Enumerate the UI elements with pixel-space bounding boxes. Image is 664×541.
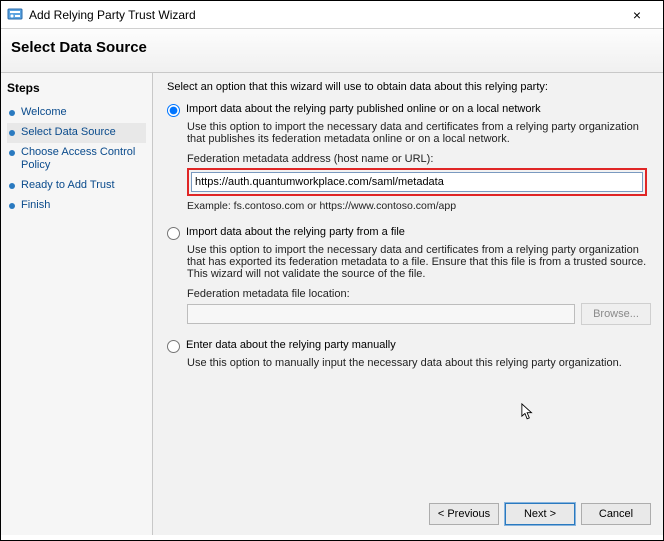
- step-label[interactable]: Finish: [21, 199, 50, 213]
- main-panel: Select an option that this wizard will u…: [153, 73, 663, 535]
- step-label[interactable]: Welcome: [21, 106, 67, 120]
- intro-text: Select an option that this wizard will u…: [167, 81, 651, 93]
- metadata-url-example: Example: fs.contoso.com or https://www.c…: [187, 200, 651, 212]
- step-label[interactable]: Select Data Source: [21, 126, 116, 140]
- option-label[interactable]: Enter data about the relying party manua…: [186, 339, 396, 351]
- next-button[interactable]: Next >: [505, 503, 575, 525]
- step-welcome[interactable]: Welcome: [7, 103, 146, 123]
- radio-enter-manually[interactable]: [167, 340, 180, 353]
- wizard-footer: < Previous Next > Cancel: [429, 503, 651, 525]
- page-title: Select Data Source: [11, 39, 653, 56]
- steps-title: Steps: [7, 81, 146, 95]
- option-desc: Use this option to import the necessary …: [187, 121, 651, 145]
- window-title: Add Relying Party Trust Wizard: [29, 8, 617, 22]
- metadata-file-input[interactable]: [187, 304, 575, 324]
- step-access-control-policy[interactable]: Choose Access Control Policy: [7, 143, 146, 177]
- step-select-data-source[interactable]: Select Data Source: [7, 123, 146, 143]
- close-icon[interactable]: ×: [617, 7, 657, 23]
- metadata-file-label: Federation metadata file location:: [187, 288, 651, 300]
- radio-import-online[interactable]: [167, 104, 180, 117]
- option-label[interactable]: Import data about the relying party from…: [186, 226, 405, 238]
- metadata-url-label: Federation metadata address (host name o…: [187, 153, 651, 165]
- bullet-icon: [9, 183, 15, 189]
- bullet-icon: [9, 150, 15, 156]
- radio-import-file[interactable]: [167, 227, 180, 240]
- option-label[interactable]: Import data about the relying party publ…: [186, 103, 541, 115]
- cancel-button[interactable]: Cancel: [581, 503, 651, 525]
- option-desc: Use this option to manually input the ne…: [187, 357, 651, 369]
- metadata-url-input[interactable]: [191, 172, 643, 192]
- steps-sidebar: Steps Welcome Select Data Source Choose …: [1, 73, 153, 535]
- step-label[interactable]: Ready to Add Trust: [21, 179, 115, 193]
- step-ready-to-add-trust[interactable]: Ready to Add Trust: [7, 176, 146, 196]
- step-label[interactable]: Choose Access Control Policy: [21, 146, 144, 174]
- cursor-icon: [521, 403, 535, 421]
- highlight-box: [187, 168, 647, 196]
- option-import-online: Import data about the relying party publ…: [167, 103, 651, 212]
- bullet-icon: [9, 130, 15, 136]
- option-desc: Use this option to import the necessary …: [187, 244, 651, 280]
- step-finish[interactable]: Finish: [7, 196, 146, 216]
- wizard-icon: [7, 7, 23, 23]
- titlebar: Add Relying Party Trust Wizard ×: [1, 1, 663, 29]
- previous-button[interactable]: < Previous: [429, 503, 499, 525]
- bullet-icon: [9, 203, 15, 209]
- option-import-file: Import data about the relying party from…: [167, 226, 651, 325]
- wizard-header: Select Data Source: [1, 29, 663, 73]
- browse-button[interactable]: Browse...: [581, 303, 651, 325]
- option-enter-manually: Enter data about the relying party manua…: [167, 339, 651, 369]
- bullet-icon: [9, 110, 15, 116]
